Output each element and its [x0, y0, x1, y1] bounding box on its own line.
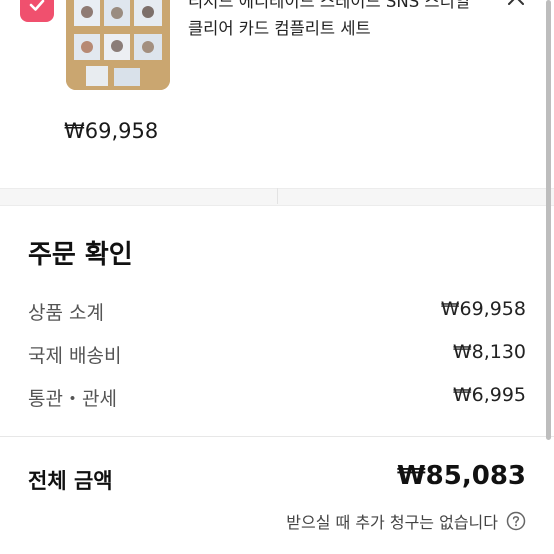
- product-title-line1[interactable]: 리저드 에디레이드 스테이드 SNS 스티일: [188, 0, 470, 12]
- scrollbar[interactable]: [546, 0, 551, 440]
- summary-value: ₩8,130: [452, 341, 526, 363]
- note-text: 받으실 때 추가 청구는 없습니다: [286, 513, 498, 532]
- summary-value: ₩69,958: [440, 298, 526, 320]
- cart-item-card: 리저드 에디레이드 스테이드 SNS 스티일 클리어 카드 컴플리트 세트 ₩6…: [0, 0, 554, 188]
- close-icon[interactable]: [505, 0, 527, 12]
- item-price: ₩69,958: [64, 119, 159, 143]
- summary-row-customs: 통관・관세 ₩6,995: [28, 384, 526, 411]
- summary-label: 통관・관세: [28, 388, 117, 410]
- summary-row-shipping: 국제 배송비 ₩8,130: [28, 341, 526, 368]
- check-icon: [29, 0, 45, 11]
- product-thumbnail[interactable]: [66, 0, 170, 90]
- product-title-line2[interactable]: 클리어 카드 컴플리트 세트: [188, 15, 371, 39]
- item-select-checkbox[interactable]: [20, 0, 54, 22]
- total-label: 전체 금액: [28, 469, 113, 493]
- order-summary-title: 주문 확인: [28, 240, 133, 270]
- no-extra-charge-note[interactable]: 받으실 때 추가 청구는 없습니다: [286, 509, 526, 533]
- summary-divider: [0, 436, 554, 437]
- summary-label: 국제 배송비: [28, 345, 122, 367]
- help-icon[interactable]: [506, 511, 526, 531]
- summary-label: 상품 소계: [28, 302, 104, 324]
- summary-value: ₩6,995: [452, 384, 526, 406]
- summary-row-subtotal: 상품 소계 ₩69,958: [28, 298, 526, 325]
- total-value: ₩85,083: [396, 461, 526, 491]
- divider-segment: [277, 188, 278, 204]
